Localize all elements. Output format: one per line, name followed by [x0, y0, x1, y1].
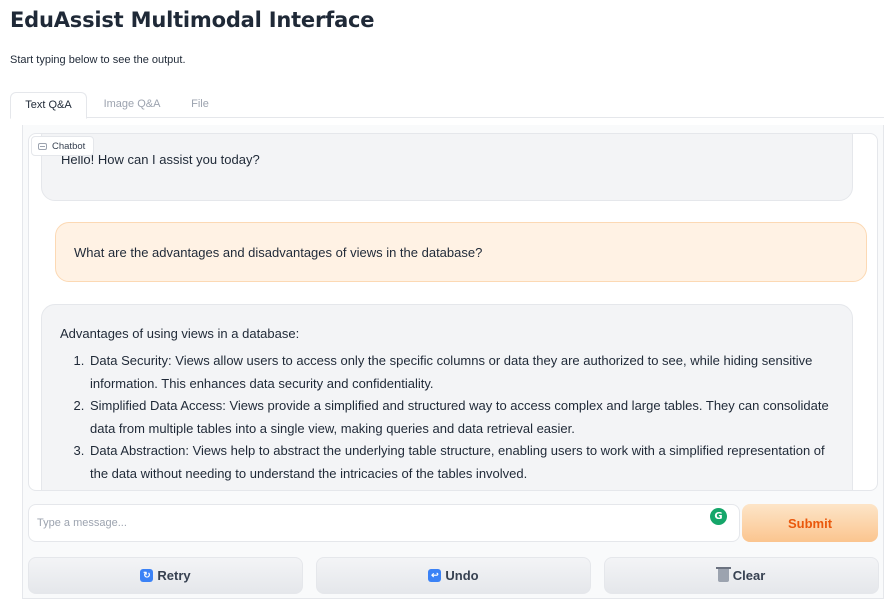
list-item: Data Abstraction: Views help to abstract… — [88, 440, 844, 485]
user-message-text: What are the advantages and disadvantage… — [74, 245, 483, 260]
page-subtitle: Start typing below to see the output. — [10, 54, 186, 66]
undo-icon: ↩ — [428, 569, 442, 582]
clear-button[interactable]: Clear — [604, 557, 879, 594]
retry-button[interactable]: ↻ Retry — [28, 557, 303, 594]
chatbot-label-text: Chatbot — [52, 140, 86, 152]
message-input[interactable] — [28, 504, 740, 542]
page-title: EduAssist Multimodal Interface — [10, 8, 375, 32]
advantages-list: Data Security: Views allow users to acce… — [74, 350, 844, 485]
tab-text-qa[interactable]: Text Q&A — [10, 92, 87, 119]
undo-label: Undo — [445, 568, 479, 583]
list-item: Simplified Data Access: Views provide a … — [88, 395, 844, 440]
user-message: What are the advantages and disadvantage… — [55, 222, 867, 282]
chat-icon — [38, 142, 47, 150]
bot-message: Advantages of using views in a database:… — [41, 304, 853, 490]
submit-button[interactable]: Submit — [742, 504, 878, 542]
chatbot-label: Chatbot — [31, 136, 95, 156]
undo-button[interactable]: ↩ Undo — [316, 557, 591, 594]
grammarly-icon[interactable]: G — [710, 508, 727, 525]
bot-message: Hello! How can I assist you today? — [41, 134, 853, 201]
retry-label: Retry — [157, 568, 191, 583]
message-input-row: G Submit — [28, 504, 878, 542]
tab-bar: Text Q&A Image Q&A File — [10, 92, 884, 119]
list-item: Data Security: Views allow users to acce… — [88, 350, 844, 395]
retry-icon: ↻ — [140, 569, 154, 582]
tab-image-qa[interactable]: Image Q&A — [92, 92, 172, 118]
chatbot[interactable]: Chatbot Hello! How can I assist you toda… — [28, 133, 878, 491]
tab-file[interactable]: File — [178, 92, 222, 118]
clear-label: Clear — [732, 568, 766, 583]
trash-icon — [715, 567, 731, 582]
bot-message-intro: Advantages of using views in a database: — [60, 326, 300, 341]
